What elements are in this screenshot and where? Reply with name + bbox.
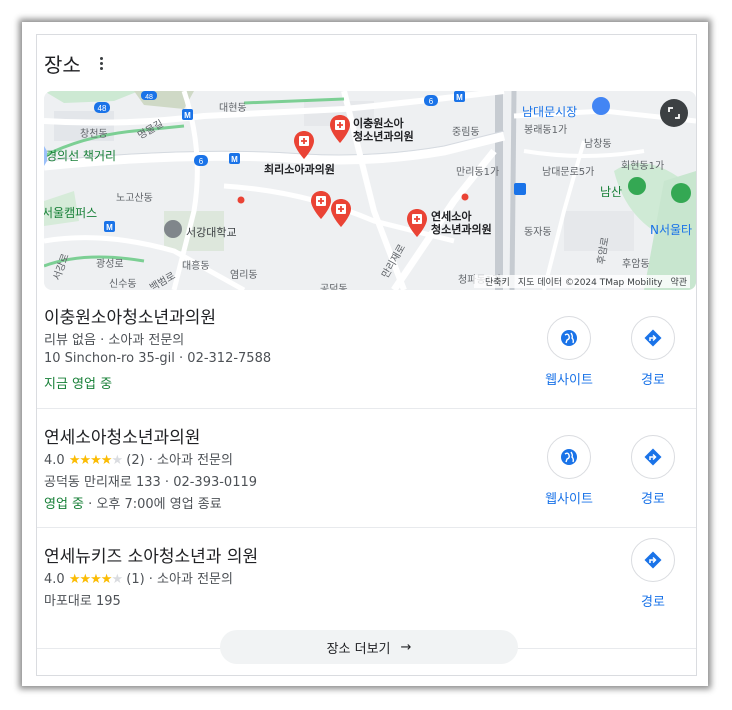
svg-text:M: M (106, 223, 113, 232)
review-count: (2) · 소아과 전문의 (126, 453, 233, 468)
section-title: 장소 (44, 52, 81, 77)
map-label-sogang: 서강대학교 (186, 226, 237, 239)
map-label-nseoul: N서울타 (650, 223, 693, 237)
places-card: 장소 M M M M 48 48 6 6 대현동 창천동 명물길 경의선 책거리… (36, 34, 697, 676)
expand-map-button[interactable] (660, 99, 688, 127)
place-closing-time: · 오후 7:00에 영업 종료 (84, 497, 222, 512)
map-label-daehyeon: 대현동 (219, 103, 247, 114)
map-label-huam: 후암동 (622, 259, 650, 270)
svg-text:6: 6 (199, 157, 204, 166)
place-name[interactable]: 연세소아청소년과의원 (44, 423, 200, 448)
divider (37, 527, 696, 528)
svg-text:48: 48 (98, 104, 107, 113)
map-label-nogosan: 노고산동 (116, 193, 153, 204)
website-label: 웹사이트 (545, 373, 593, 388)
card-header: 장소 (44, 49, 109, 77)
map-place-label-3[interactable]: 연세소아 청소년과의원 (431, 210, 492, 236)
globe-icon (561, 449, 577, 465)
star-rating-icon: ★★★★★ (68, 572, 123, 587)
website-label: 웹사이트 (545, 492, 593, 507)
place-status: 지금 영업 중 (44, 377, 113, 392)
directions-button[interactable]: 경로 (618, 316, 688, 388)
svg-text:M: M (456, 93, 463, 102)
review-count: (1) · 소아과 전문의 (126, 572, 233, 587)
website-button[interactable]: 웹사이트 (534, 316, 604, 388)
directions-label: 경로 (641, 595, 665, 610)
directions-circle (631, 538, 675, 582)
map-label-bongnae: 봉래동1가 (524, 125, 568, 136)
place-address: 공덕동 만리재로 133 · 02-393-0119 (44, 475, 258, 490)
directions-icon (644, 551, 662, 569)
terms-link[interactable]: 약관 (670, 278, 687, 288)
map-pin-icon[interactable] (406, 209, 428, 237)
directions-button[interactable]: 경로 (618, 538, 688, 610)
map-label-cheoncheon: 창천동 (80, 129, 108, 140)
svg-text:6: 6 (429, 97, 434, 106)
map-label-sinsu: 신수동 (109, 279, 137, 290)
place-status: 영업 중 (44, 497, 85, 512)
rating-value: 4.0 (44, 572, 65, 587)
directions-label: 경로 (641, 492, 665, 507)
place-address: 마포대로 195 (44, 594, 121, 609)
map-label-hongik: 서울캠퍼스 (44, 206, 98, 220)
map[interactable]: M M M M 48 48 6 6 대현동 창천동 명물길 경의선 책거리 노고… (44, 91, 696, 290)
map-label-gyeongui: 경의선 책거리 (46, 149, 117, 163)
website-button[interactable]: 웹사이트 (534, 435, 604, 507)
svg-text:M: M (184, 111, 191, 120)
expand-icon (668, 107, 680, 119)
more-places-button[interactable]: 장소 더보기 → (220, 630, 518, 664)
more-places-label: 장소 더보기 (326, 641, 391, 657)
map-attribution: 단축키 지도 데이터 ©2024 TMap Mobility 약관 (474, 275, 690, 288)
map-data-credit: 지도 데이터 ©2024 TMap Mobility (517, 278, 663, 288)
place-reviews: 리뷰 없음 · 소아과 전문의 (44, 333, 185, 348)
more-options-icon[interactable] (95, 54, 109, 72)
map-label-hoehyeon: 회현동1가 (621, 161, 665, 172)
map-label-namdaemunro: 남대문로5가 (542, 167, 595, 178)
place-rating-line: 4.0 ★★★★★ (1) · 소아과 전문의 (44, 568, 233, 587)
website-circle (547, 316, 591, 360)
map-label-dongja: 동자동 (524, 227, 552, 238)
place-hours: 영업 중 · 오후 7:00에 영업 종료 (44, 493, 222, 512)
directions-circle (631, 316, 675, 360)
svg-text:M: M (231, 155, 238, 164)
rating-value: 4.0 (44, 453, 65, 468)
map-pin-icon[interactable] (293, 131, 315, 159)
directions-icon (644, 329, 662, 347)
directions-icon (644, 448, 662, 466)
map-label-gwangseong: 광성로 (96, 259, 124, 270)
arrow-right-icon: → (400, 639, 412, 655)
map-pin-icon[interactable] (329, 115, 351, 143)
directions-button[interactable]: 경로 (618, 435, 688, 507)
map-place-label-1[interactable]: 이충원소아 청소년과의원 (353, 117, 414, 143)
divider (37, 408, 696, 409)
map-label-gongdeok: 공덕동 (320, 284, 348, 290)
directions-label: 경로 (641, 373, 665, 388)
map-label-namchang: 남창동 (584, 139, 612, 150)
place-name[interactable]: 이충원소아청소년과의원 (44, 303, 216, 328)
map-pin-icon[interactable] (330, 199, 352, 227)
map-label-junglim: 중림동 (452, 127, 480, 138)
map-place-label-2[interactable]: 최리소아과의원 (264, 163, 335, 176)
globe-icon (561, 330, 577, 346)
map-label-namsan: 남산 (600, 185, 623, 199)
directions-circle (631, 435, 675, 479)
star-rating-icon: ★★★★★ (68, 453, 123, 468)
place-name[interactable]: 연세뉴키즈 소아청소년과 의원 (44, 542, 258, 567)
map-label-namdaemun: 남대문시장 (522, 105, 578, 119)
keyboard-shortcuts-link[interactable]: 단축키 (485, 278, 510, 288)
map-label-daeheung: 대흥동 (182, 261, 210, 272)
map-label-malli: 만리동1가 (456, 167, 500, 178)
place-address: 10 Sinchon-ro 35-gil · 02-312-7588 (44, 351, 272, 366)
map-label-yeomni: 염리동 (230, 270, 258, 281)
map-pin-icon[interactable] (310, 191, 332, 219)
website-circle (547, 435, 591, 479)
place-rating-line: 4.0 ★★★★★ (2) · 소아과 전문의 (44, 449, 233, 468)
svg-text:48: 48 (145, 94, 153, 101)
